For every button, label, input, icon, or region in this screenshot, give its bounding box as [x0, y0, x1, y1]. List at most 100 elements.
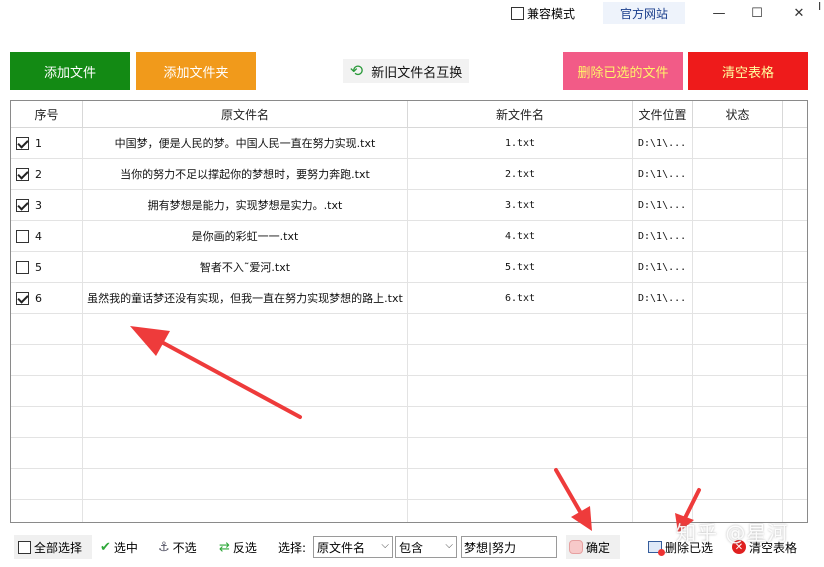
row-seq: 5	[35, 260, 42, 274]
filler-cell	[783, 128, 807, 159]
empty-cell	[633, 469, 693, 500]
match-dropdown-value: 包含	[399, 540, 424, 555]
confirm-button[interactable]: 确定	[566, 535, 620, 559]
invert-label: 反选	[232, 540, 257, 555]
select-label: 选中	[113, 540, 138, 555]
empty-cell	[83, 500, 408, 522]
maximize-icon[interactable]: ☐	[742, 2, 772, 24]
invert-selection-button[interactable]: ⇄ 反选	[219, 535, 257, 559]
original-name-cell: 智者不入˜爱河.txt	[83, 252, 408, 283]
row-checkbox[interactable]	[16, 167, 29, 181]
compat-mode-checkbox[interactable]	[511, 6, 524, 20]
original-name-cell: 当你的努力不足以撑起你的梦想时，要努力奔跑.txt	[83, 159, 408, 190]
compat-mode-toggle[interactable]: 兼容模式	[511, 5, 575, 21]
select-all-checkbox[interactable]	[18, 540, 31, 554]
watermark: 知乎 @星河	[676, 521, 789, 545]
delete-file-icon	[648, 541, 665, 556]
row-seq-cell: 6	[11, 283, 83, 314]
empty-cell	[11, 407, 83, 438]
compat-mode-label: 兼容模式	[527, 6, 576, 21]
close-icon[interactable]: ✕	[784, 2, 814, 24]
empty-cell	[11, 469, 83, 500]
status-cell	[693, 221, 783, 252]
row-seq-cell: 1	[11, 128, 83, 159]
empty-cell	[11, 314, 83, 345]
empty-cell	[633, 438, 693, 469]
row-checkbox[interactable]	[16, 198, 29, 212]
original-name-cell: 拥有梦想是能力，实现梦想是实力。.txt	[83, 190, 408, 221]
empty-cell	[633, 407, 693, 438]
empty-cell	[783, 376, 807, 407]
swap-icon: ⟲	[349, 61, 364, 80]
location-cell: D:\1\...	[633, 128, 693, 159]
row-checkbox[interactable]	[16, 136, 29, 150]
empty-cell	[783, 438, 807, 469]
file-table: 序号 原文件名 新文件名 文件位置 状态 1 中国梦，便是人民的梦。中国人民一直在…	[10, 100, 808, 523]
empty-cell	[408, 376, 633, 407]
edge-glyph: I	[818, 0, 822, 13]
field-dropdown[interactable]: 原文件名 ⌵	[313, 536, 393, 558]
empty-cell	[693, 314, 783, 345]
swap-names-button[interactable]: ⟲ 新旧文件名互换	[343, 59, 469, 83]
row-seq: 2	[35, 167, 42, 181]
row-seq-cell: 2	[11, 159, 83, 190]
location-cell: D:\1\...	[633, 283, 693, 314]
row-checkbox[interactable]	[16, 291, 29, 305]
empty-cell	[693, 469, 783, 500]
row-checkbox[interactable]	[16, 229, 29, 243]
add-file-button[interactable]: 添加文件	[10, 52, 130, 90]
row-checkbox[interactable]	[16, 260, 29, 274]
empty-cell	[83, 376, 408, 407]
filler-cell	[783, 283, 807, 314]
match-dropdown[interactable]: 包含 ⌵	[395, 536, 457, 558]
empty-cell	[408, 345, 633, 376]
empty-cell	[83, 407, 408, 438]
select-all-label: 全部选择	[34, 540, 83, 555]
column-header-status[interactable]: 状态	[693, 101, 783, 128]
column-header-original-name[interactable]: 原文件名	[83, 101, 408, 128]
column-header-filler	[783, 101, 807, 128]
empty-cell	[693, 407, 783, 438]
empty-cell	[11, 500, 83, 522]
row-seq: 3	[35, 198, 42, 212]
official-site-link[interactable]: 官方网站	[603, 2, 685, 24]
swap-names-label: 新旧文件名互换	[371, 65, 463, 81]
empty-cell	[83, 438, 408, 469]
status-cell	[693, 190, 783, 221]
empty-cell	[783, 469, 807, 500]
minimize-icon[interactable]: —	[704, 2, 734, 24]
new-name-cell: 4.txt	[408, 221, 633, 252]
empty-cell	[408, 314, 633, 345]
keyword-input[interactable]: 梦想|努力	[461, 536, 557, 558]
filler-cell	[783, 221, 807, 252]
delete-selected-files-button[interactable]: 删除已选的文件	[563, 52, 683, 90]
location-cell: D:\1\...	[633, 159, 693, 190]
select-by-label: 选择:	[278, 540, 307, 555]
confirm-label: 确定	[586, 540, 611, 555]
empty-cell	[83, 345, 408, 376]
select-all-toggle[interactable]: 全部选择	[14, 535, 92, 559]
empty-cell	[83, 469, 408, 500]
clear-table-button[interactable]: 清空表格	[688, 52, 808, 90]
empty-cell	[408, 500, 633, 522]
location-cell: D:\1\...	[633, 221, 693, 252]
column-header-location[interactable]: 文件位置	[633, 101, 693, 128]
row-seq-cell: 3	[11, 190, 83, 221]
status-cell	[693, 283, 783, 314]
select-button[interactable]: ✔ 选中	[100, 535, 138, 559]
chevron-down-icon: ⌵	[381, 540, 389, 551]
unselect-button[interactable]: ⚓ 不选	[158, 535, 197, 559]
empty-cell	[408, 438, 633, 469]
empty-cell	[783, 407, 807, 438]
row-seq-cell: 4	[11, 221, 83, 252]
filler-cell	[783, 190, 807, 221]
add-folder-button[interactable]: 添加文件夹	[136, 52, 256, 90]
column-header-seq[interactable]: 序号	[11, 101, 83, 128]
filler-cell	[783, 252, 807, 283]
column-header-new-name[interactable]: 新文件名	[408, 101, 633, 128]
empty-cell	[633, 345, 693, 376]
title-bar: 兼容模式 官方网站 — ☐ ✕ I	[0, 0, 824, 28]
empty-cell	[83, 314, 408, 345]
row-seq: 1	[35, 136, 42, 150]
empty-cell	[408, 469, 633, 500]
